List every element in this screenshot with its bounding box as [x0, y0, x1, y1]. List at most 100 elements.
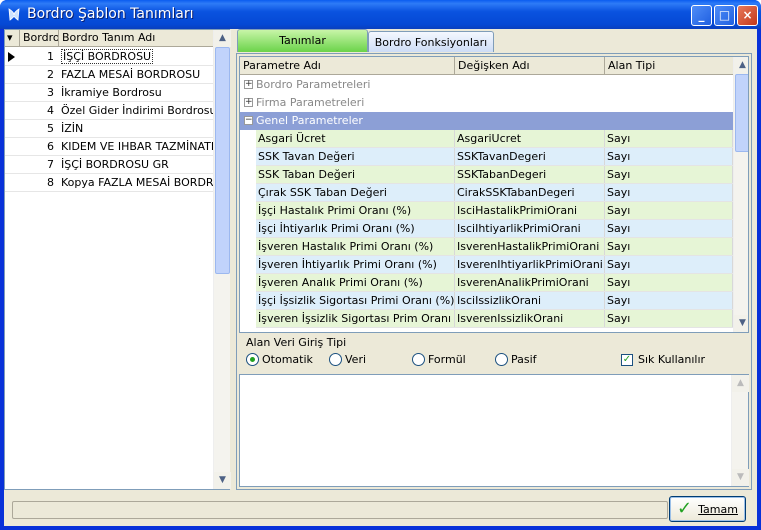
- radio-pasif[interactable]: Pasif: [495, 353, 537, 366]
- radio-label: Veri: [345, 353, 367, 366]
- field-type-cell: Sayı: [605, 166, 733, 183]
- tab-bordro-fonksiyonlari[interactable]: Bordro Fonksiyonları: [368, 31, 494, 52]
- expand-icon[interactable]: +: [244, 80, 253, 89]
- radio-formul[interactable]: Formül: [412, 353, 466, 366]
- row-name-text: İkramiye Bordrosu: [61, 86, 162, 99]
- column-header-type[interactable]: Alan Tipi: [605, 57, 733, 74]
- field-type-cell: Sayı: [605, 310, 733, 327]
- checkmark-icon[interactable]: ✓: [621, 353, 633, 366]
- column-header-variable[interactable]: Değişken Adı: [455, 57, 605, 74]
- column-header-no[interactable]: BordroT: [20, 30, 59, 47]
- table-row[interactable]: Asgari Ücret AsgariUcret Sayı: [256, 130, 733, 148]
- close-button[interactable]: ×: [737, 5, 758, 26]
- table-row[interactable]: İşveren Hastalık Primi Oranı (%) IsverenH…: [256, 238, 733, 256]
- parameter-group[interactable]: + Firma Parametreleri: [240, 94, 733, 112]
- radio-circle[interactable]: [246, 353, 259, 366]
- radio-circle[interactable]: [495, 353, 508, 366]
- scroll-down-button[interactable]: ▼: [214, 472, 231, 489]
- minimize-button[interactable]: _: [691, 5, 712, 26]
- row-indicator: [5, 174, 17, 191]
- table-row[interactable]: 4 Özel Gider İndirimi Bordrosu: [5, 102, 213, 120]
- parameter-group[interactable]: − Genel Parametreler: [240, 112, 733, 130]
- table-row[interactable]: 2 FAZLA MESAİ BORDROSU: [5, 66, 213, 84]
- row-name: FAZLA MESAİ BORDROSU: [59, 66, 213, 83]
- radio-label: Formül: [428, 353, 466, 366]
- radio-veri[interactable]: Veri: [329, 353, 366, 366]
- parameter-group-label: Bordro Parametreleri: [256, 78, 371, 91]
- template-list-grid[interactable]: ▾ BordroT Bordro Tanım Adı 1 İŞÇİ BORDROS…: [4, 29, 231, 490]
- memo-scrollbar[interactable]: ▲ ▼: [731, 375, 749, 486]
- table-row[interactable]: İşçi İşsizlik Sigortası Primi Oranı (%) I…: [256, 292, 733, 310]
- scroll-up-button[interactable]: ▲: [732, 375, 749, 392]
- variable-name-cell: IsverenIssizlikOrani: [455, 310, 605, 327]
- expand-icon[interactable]: +: [244, 98, 253, 107]
- row-indicator: [5, 102, 17, 119]
- parameter-group[interactable]: + Bordro Parametreleri: [240, 76, 733, 94]
- table-row[interactable]: İşveren İşsizlik Sigortası Prim Oranı (%…: [256, 310, 733, 328]
- row-name-text: Kopya FAZLA MESAİ BORDROSU: [61, 176, 213, 189]
- row-name: Özel Gider İndirimi Bordrosu: [59, 102, 213, 119]
- row-indicator: [5, 84, 17, 101]
- table-row[interactable]: İşveren Analık Primi Oranı (%) IsverenAna…: [256, 274, 733, 292]
- maximize-button[interactable]: □: [714, 5, 735, 26]
- field-type-cell: Sayı: [605, 148, 733, 165]
- radio-otomatik[interactable]: Otomatik: [246, 353, 313, 366]
- scroll-down-button[interactable]: ▼: [734, 315, 748, 332]
- table-row[interactable]: SSK Tavan Değeri SSKTavanDegeri Sayı: [256, 148, 733, 166]
- tab-tanimlar[interactable]: Tanımlar: [237, 29, 368, 52]
- collapse-icon[interactable]: −: [244, 116, 253, 125]
- field-type-cell: Sayı: [605, 256, 733, 273]
- radio-circle[interactable]: [412, 353, 425, 366]
- row-name-text: İŞÇİ BORDROSU GR: [61, 158, 169, 171]
- table-row[interactable]: 7 İŞÇİ BORDROSU GR: [5, 156, 213, 174]
- column-header-parameter[interactable]: Parametre Adı: [240, 57, 455, 74]
- radio-circle[interactable]: [329, 353, 342, 366]
- parameter-grid-scrollbar[interactable]: ▲ ▼: [733, 57, 748, 332]
- parameter-grid-header: Parametre Adı Değişken Adı Alan Tipi: [240, 57, 733, 75]
- table-row[interactable]: 5 İZİN: [5, 120, 213, 138]
- field-type-cell: Sayı: [605, 184, 733, 201]
- parameter-name-cell: İşçi Hastalık Primi Oranı (%): [256, 202, 455, 219]
- row-number: 2: [47, 68, 54, 81]
- frequent-checkbox[interactable]: ✓ Sık Kullanılır: [621, 353, 705, 366]
- scroll-thumb[interactable]: [215, 47, 230, 274]
- variable-name-cell: IsciHastalikPrimiOrani: [455, 202, 605, 219]
- row-number: 3: [47, 86, 54, 99]
- variable-name-cell: CirakSSKTabanDegeri: [455, 184, 605, 201]
- variable-name-cell: IsverenAnalikPrimiOrani: [455, 274, 605, 291]
- radio-label: Pasif: [511, 353, 537, 366]
- variable-name-cell: IsverenHastalikPrimiOrani: [455, 238, 605, 255]
- field-type-cell: Sayı: [605, 202, 733, 219]
- table-row[interactable]: Çırak SSK Taban Değeri CirakSSKTabanDeger…: [256, 184, 733, 202]
- table-row[interactable]: 3 İkramiye Bordrosu: [5, 84, 213, 102]
- table-row[interactable]: 6 KIDEM VE IHBAR TAZMİNATI: [5, 138, 213, 156]
- row-number: 5: [47, 122, 54, 135]
- table-row[interactable]: İşveren İhtiyarlık Primi Oranı (%) Isvere…: [256, 256, 733, 274]
- table-row[interactable]: İşçi Hastalık Primi Oranı (%) IsciHastali…: [256, 202, 733, 220]
- formula-memo[interactable]: ▲ ▼: [239, 374, 749, 487]
- scroll-up-button[interactable]: ▲: [734, 57, 748, 74]
- row-name-text: İZİN: [61, 122, 84, 135]
- scroll-thumb[interactable]: [735, 74, 748, 152]
- parameter-name-cell: Çırak SSK Taban Değeri: [256, 184, 455, 201]
- title-bar[interactable]: Bordro Şablon Tanımları _ □ ×: [0, 0, 761, 29]
- row-indicator: [5, 66, 17, 83]
- table-row[interactable]: SSK Taban Değeri SSKTabanDegeri Sayı: [256, 166, 733, 184]
- ok-button[interactable]: ✓ Tamam: [669, 496, 746, 522]
- table-row[interactable]: İşçi İhtiyarlık Primi Oranı (%) IsciIhtiy…: [256, 220, 733, 238]
- scroll-up-button[interactable]: ▲: [214, 30, 231, 47]
- column-header-name[interactable]: Bordro Tanım Adı: [59, 30, 213, 47]
- table-row[interactable]: 1 İŞÇİ BORDROSU: [5, 48, 213, 66]
- parameter-group-label: Firma Parametreleri: [256, 96, 365, 109]
- table-row[interactable]: 8 Kopya FAZLA MESAİ BORDROSU: [5, 174, 213, 192]
- scroll-down-button[interactable]: ▼: [732, 469, 749, 486]
- row-number: 7: [47, 158, 54, 171]
- app-icon: [8, 8, 20, 21]
- parameter-grid[interactable]: Parametre Adı Değişken Adı Alan Tipi + Bo…: [239, 56, 749, 333]
- row-name: İŞÇİ BORDROSU: [59, 48, 213, 65]
- template-list-scrollbar[interactable]: ▲ ▼: [213, 30, 231, 489]
- template-list-header: ▾ BordroT Bordro Tanım Adı: [5, 30, 213, 47]
- row-indicator-header: ▾: [5, 30, 20, 47]
- ok-button-label: Tamam: [698, 502, 738, 516]
- parameter-name-cell: İşçi İhtiyarlık Primi Oranı (%): [256, 220, 455, 237]
